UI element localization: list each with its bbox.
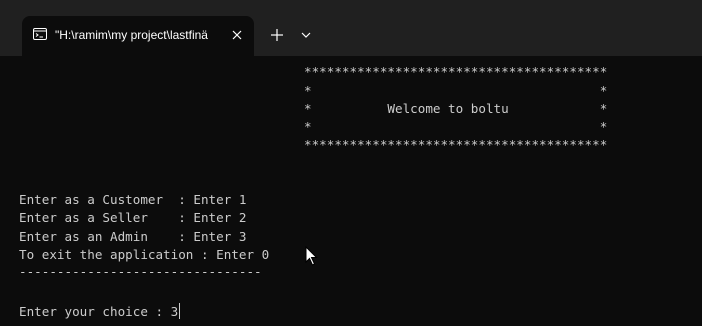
banner-line: **************************************** — [304, 137, 608, 152]
close-icon[interactable] — [228, 26, 246, 44]
choice-prompt: Enter your choice : 3 — [19, 304, 179, 319]
banner-line: * * — [304, 83, 608, 98]
text-cursor — [179, 303, 181, 319]
terminal-tab[interactable]: "H:\ramim\my project\lastfinä — [22, 16, 254, 56]
mouse-pointer-icon — [305, 246, 318, 266]
choice-prompt-line[interactable]: Enter your choice : 3 — [19, 302, 181, 322]
chevron-down-icon[interactable] — [298, 27, 314, 43]
menu-option-seller: Enter as a Seller : Enter 2 — [19, 210, 247, 225]
banner-welcome-line: * Welcome to boltu * — [304, 101, 608, 116]
console-output[interactable]: ****************************************… — [0, 56, 702, 326]
menu-option-admin: Enter as an Admin : Enter 3 — [19, 229, 247, 244]
banner-line: * * — [304, 119, 608, 134]
title-bar: "H:\ramim\my project\lastfinä — [0, 0, 702, 56]
menu-divider: -------------------------------- — [19, 264, 262, 279]
console-app-icon — [33, 28, 47, 40]
banner-line: **************************************** — [304, 64, 608, 79]
terminal-window: "H:\ramim\my project\lastfinä **********… — [0, 0, 702, 326]
tab-title: "H:\ramim\my project\lastfinä — [55, 28, 208, 42]
plus-icon[interactable] — [267, 25, 287, 45]
menu-option-customer: Enter as a Customer : Enter 1 — [19, 192, 247, 207]
